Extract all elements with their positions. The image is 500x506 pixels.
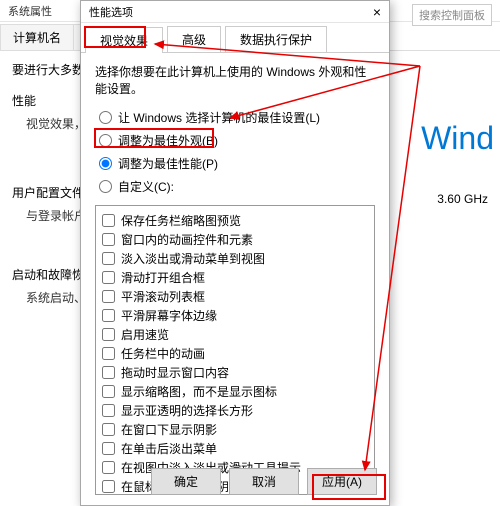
dialog-title-text: 性能选项 — [89, 4, 133, 19]
dialog-tab-1[interactable]: 高级 — [167, 26, 221, 52]
checkbox-input-5[interactable] — [102, 309, 115, 322]
checkbox-input-8[interactable] — [102, 366, 115, 379]
checkbox-item-7[interactable]: 任务栏中的动画 — [102, 345, 368, 362]
checkbox-item-11[interactable]: 在窗口下显示阴影 — [102, 421, 368, 438]
checkbox-item-6[interactable]: 启用速览 — [102, 326, 368, 343]
radio-input-0[interactable] — [99, 111, 112, 124]
checkbox-item-2[interactable]: 淡入淡出或滑动菜单到视图 — [102, 250, 368, 267]
radio-label-3: 自定义(C): — [118, 178, 174, 195]
checkbox-input-2[interactable] — [102, 252, 115, 265]
radio-option-1[interactable]: 调整为最佳外观(B) — [99, 132, 375, 149]
radio-group: 让 Windows 选择计算机的最佳设置(L) 调整为最佳外观(B) 调整为最佳性能… — [99, 109, 375, 195]
bg-title: 系统属性 — [8, 6, 52, 18]
checkbox-label-1: 窗口内的动画控件和元素 — [121, 231, 253, 248]
checkbox-input-13[interactable] — [102, 461, 115, 474]
cancel-button[interactable]: 取消 — [229, 468, 299, 495]
checkbox-label-11: 在窗口下显示阴影 — [121, 421, 217, 438]
checkbox-item-12[interactable]: 在单击后淡出菜单 — [102, 440, 368, 457]
dialog-title-bar: 性能选项 × — [81, 1, 389, 23]
dialog-tab-2[interactable]: 数据执行保护 — [225, 26, 327, 52]
checkbox-input-11[interactable] — [102, 423, 115, 436]
radio-input-1[interactable] — [99, 134, 112, 147]
checkbox-input-6[interactable] — [102, 328, 115, 341]
checkbox-label-7: 任务栏中的动画 — [121, 345, 205, 362]
radio-option-3[interactable]: 自定义(C): — [99, 178, 375, 195]
checkbox-label-9: 显示缩略图，而不是显示图标 — [121, 383, 277, 400]
checkbox-label-6: 启用速览 — [121, 326, 169, 343]
dialog-desc: 选择你想要在此计算机上使用的 Windows 外观和性能设置。 — [95, 63, 375, 97]
dialog-tab-0[interactable]: 视觉效果 — [85, 27, 163, 53]
checkbox-input-4[interactable] — [102, 290, 115, 303]
checkbox-input-7[interactable] — [102, 347, 115, 360]
dialog-tab-strip: 视觉效果高级数据执行保护 — [81, 26, 389, 53]
performance-options-dialog: 性能选项 × 视觉效果高级数据执行保护 选择你想要在此计算机上使用的 Windo… — [80, 0, 390, 506]
checkbox-label-3: 滑动打开组合框 — [121, 269, 205, 286]
checkbox-label-5: 平滑屏幕字体边缘 — [121, 307, 217, 324]
checkbox-item-8[interactable]: 拖动时显示窗口内容 — [102, 364, 368, 381]
ok-button[interactable]: 确定 — [151, 468, 221, 495]
checkbox-input-12[interactable] — [102, 442, 115, 455]
checkbox-input-10[interactable] — [102, 404, 115, 417]
checkbox-item-5[interactable]: 平滑屏幕字体边缘 — [102, 307, 368, 324]
radio-label-1: 调整为最佳外观(B) — [118, 132, 218, 149]
checkbox-item-4[interactable]: 平滑滚动列表框 — [102, 288, 368, 305]
checkbox-label-10: 显示亚透明的选择长方形 — [121, 402, 253, 419]
radio-label-0: 让 Windows 选择计算机的最佳设置(L) — [118, 109, 320, 126]
checkbox-label-8: 拖动时显示窗口内容 — [121, 364, 229, 381]
checkbox-label-12: 在单击后淡出菜单 — [121, 440, 217, 457]
checkbox-input-14[interactable] — [102, 480, 115, 493]
checkbox-input-3[interactable] — [102, 271, 115, 284]
checkbox-item-10[interactable]: 显示亚透明的选择长方形 — [102, 402, 368, 419]
radio-input-2[interactable] — [99, 157, 112, 170]
checkbox-label-2: 淡入淡出或滑动菜单到视图 — [121, 250, 265, 267]
dialog-body: 选择你想要在此计算机上使用的 Windows 外观和性能设置。 让 Window… — [81, 53, 389, 505]
windows-logo: Wind — [421, 120, 494, 157]
apply-button[interactable]: 应用(A) — [307, 468, 377, 495]
checkbox-item-1[interactable]: 窗口内的动画控件和元素 — [102, 231, 368, 248]
checkbox-item-9[interactable]: 显示缩略图，而不是显示图标 — [102, 383, 368, 400]
checkbox-label-4: 平滑滚动列表框 — [121, 288, 205, 305]
search-input[interactable]: 搜索控制面板 — [412, 4, 492, 26]
close-icon[interactable]: × — [373, 4, 381, 19]
radio-label-2: 调整为最佳性能(P) — [118, 155, 218, 172]
checkbox-panel[interactable]: 保存任务栏缩略图预览窗口内的动画控件和元素淡入淡出或滑动菜单到视图滑动打开组合框… — [95, 205, 375, 495]
radio-option-0[interactable]: 让 Windows 选择计算机的最佳设置(L) — [99, 109, 375, 126]
checkbox-input-9[interactable] — [102, 385, 115, 398]
bg-tab-computer-name[interactable]: 计算机名 — [0, 24, 74, 50]
checkbox-label-0: 保存任务栏缩略图预览 — [121, 212, 241, 229]
checkbox-item-3[interactable]: 滑动打开组合框 — [102, 269, 368, 286]
radio-input-3[interactable] — [99, 180, 112, 193]
dialog-button-row: 确定 取消 应用(A) — [151, 468, 377, 495]
checkbox-item-0[interactable]: 保存任务栏缩略图预览 — [102, 212, 368, 229]
checkbox-input-0[interactable] — [102, 214, 115, 227]
cpu-speed: 3.60 GHz — [437, 192, 488, 206]
checkbox-input-1[interactable] — [102, 233, 115, 246]
radio-option-2[interactable]: 调整为最佳性能(P) — [99, 155, 375, 172]
